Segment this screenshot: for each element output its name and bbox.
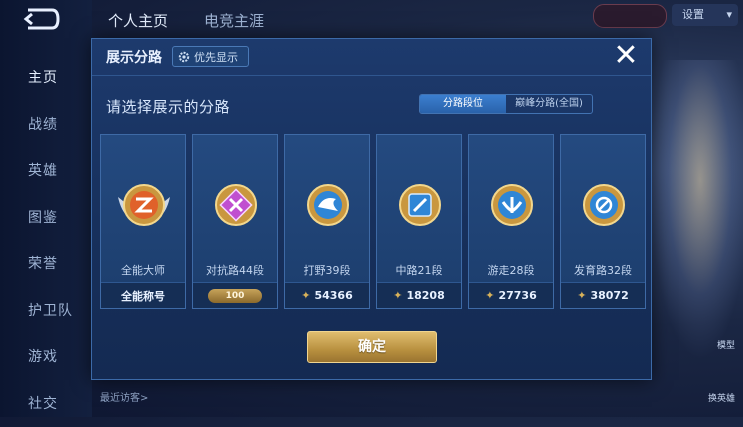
side-nav-item-social[interactable]: 社交 bbox=[0, 381, 92, 427]
settings-label: 设置 bbox=[682, 8, 704, 21]
side-nav-item-heroes[interactable]: 英雄 bbox=[0, 148, 92, 195]
side-nav-item-home[interactable]: 主页 bbox=[0, 55, 92, 102]
back-arrow-icon[interactable] bbox=[18, 6, 62, 32]
roam-emblem-icon bbox=[482, 175, 542, 235]
all-round-emblem-icon bbox=[114, 175, 174, 235]
lane-card-name: 打野39段 bbox=[285, 262, 369, 278]
tab-peak-lane[interactable]: 巅峰分路(全国) bbox=[506, 95, 592, 113]
confirm-button[interactable]: 确定 bbox=[307, 331, 437, 363]
side-nav-item-honors[interactable]: 荣誉 bbox=[0, 241, 92, 288]
score-icon: ✦ bbox=[485, 289, 494, 302]
lane-card-all-round[interactable]: 全能大师 全能称号 bbox=[100, 134, 186, 309]
side-nav-item-codex[interactable]: 图鉴 bbox=[0, 195, 92, 242]
hero-artwork bbox=[650, 60, 743, 360]
change-hero-label[interactable]: 换英雄 bbox=[708, 391, 735, 404]
lane-score: 18208 bbox=[406, 289, 444, 302]
lane-card-mid[interactable]: 中路21段 ✦ 18208 bbox=[376, 134, 462, 309]
dialog-header: 展示分路 优先显示 ✕ bbox=[92, 39, 651, 76]
lane-card-footer: 全能称号 bbox=[101, 282, 185, 308]
close-icon[interactable]: ✕ bbox=[611, 41, 641, 71]
score-icon: ✦ bbox=[301, 289, 310, 302]
gear-icon bbox=[178, 51, 190, 63]
clash-lane-emblem-icon bbox=[206, 175, 266, 235]
chevron-down-icon: ▾ bbox=[726, 4, 732, 26]
lane-card-footer: 100 bbox=[193, 282, 277, 308]
lane-card-footer: ✦ 18208 bbox=[377, 282, 461, 308]
lane-display-dialog: 展示分路 优先显示 ✕ 请选择展示的分路 分路段位 巅峰分路(全国) 全能大师 bbox=[91, 38, 652, 380]
settings-button[interactable]: 设置 ▾ bbox=[672, 4, 738, 26]
notice-pill[interactable] bbox=[593, 4, 667, 28]
lane-card-roam[interactable]: 游走28段 ✦ 27736 bbox=[468, 134, 554, 309]
score-icon: ✦ bbox=[393, 289, 402, 302]
side-nav-item-records[interactable]: 战绩 bbox=[0, 102, 92, 149]
farm-lane-emblem-icon bbox=[574, 175, 634, 235]
lane-card-footer: ✦ 27736 bbox=[469, 282, 553, 308]
lane-card-footer: ✦ 54366 bbox=[285, 282, 369, 308]
lane-card-farm[interactable]: 发育路32段 ✦ 38072 bbox=[560, 134, 646, 309]
lane-card-name: 发育路32段 bbox=[561, 262, 645, 278]
rank-badge: 100 bbox=[208, 289, 262, 303]
lane-card-clash[interactable]: 对抗路44段 100 bbox=[192, 134, 278, 309]
score-icon: ✦ bbox=[577, 289, 586, 302]
lane-card-name: 中路21段 bbox=[377, 262, 461, 278]
lane-card-name: 对抗路44段 bbox=[193, 262, 277, 278]
lane-tabs: 分路段位 巅峰分路(全国) bbox=[419, 94, 593, 114]
lane-card-jungle[interactable]: 打野39段 ✦ 54366 bbox=[284, 134, 370, 309]
recent-visitors-link[interactable]: 最近访客> bbox=[100, 389, 148, 404]
lane-card-name: 游走28段 bbox=[469, 262, 553, 278]
lane-score: 27736 bbox=[498, 289, 536, 302]
lane-score: 38072 bbox=[590, 289, 628, 302]
top-tabs: 个人主页 电竞主涯 bbox=[108, 10, 264, 31]
jungle-emblem-icon bbox=[298, 175, 358, 235]
lane-score: 54366 bbox=[314, 289, 352, 302]
lane-card-footer: ✦ 38072 bbox=[561, 282, 645, 308]
dialog-subtitle: 请选择展示的分路 bbox=[106, 96, 230, 117]
tab-profile[interactable]: 个人主页 bbox=[108, 10, 168, 31]
dialog-title: 展示分路 bbox=[106, 47, 162, 67]
all-round-title-label: 全能称号 bbox=[121, 288, 165, 304]
side-nav-item-guard[interactable]: 护卫队 bbox=[0, 288, 92, 335]
side-nav: 主页 战绩 英雄 图鉴 荣誉 护卫队 游戏 社交 bbox=[0, 55, 92, 427]
model-label[interactable]: 模型 bbox=[717, 338, 735, 351]
priority-display-label: 优先显示 bbox=[194, 49, 238, 65]
mid-lane-emblem-icon bbox=[390, 175, 450, 235]
lane-card-name: 全能大师 bbox=[101, 262, 185, 278]
priority-display-button[interactable]: 优先显示 bbox=[172, 46, 249, 67]
side-nav-item-games[interactable]: 游戏 bbox=[0, 334, 92, 381]
tab-lane-rank[interactable]: 分路段位 bbox=[420, 95, 506, 113]
tab-esports[interactable]: 电竞主涯 bbox=[204, 10, 264, 31]
